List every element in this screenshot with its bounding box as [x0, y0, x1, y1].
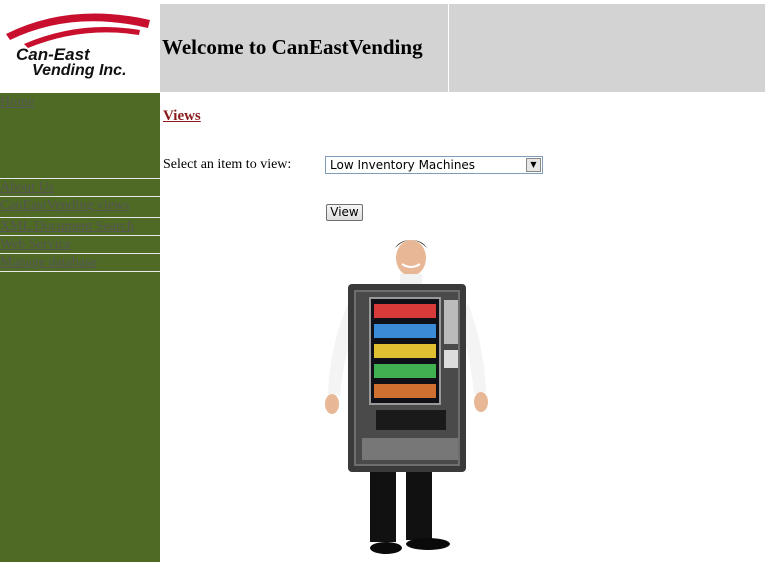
sidebar-item-home[interactable]: Home — [0, 94, 160, 111]
select-label: Select an item to view: — [163, 157, 292, 172]
vending-machine-costume-image — [318, 234, 498, 565]
section-title: Views — [163, 108, 201, 124]
page-title: Welcome to CanEastVending — [162, 35, 423, 59]
logo-text-line2: Vending Inc. — [32, 62, 127, 79]
view-button[interactable]: View — [326, 204, 363, 221]
company-logo: Can-East Vending Inc. — [0, 4, 160, 93]
view-select-value: Low Inventory Machines — [330, 158, 476, 172]
nav-divider — [0, 271, 160, 272]
header-right-cell — [449, 4, 765, 92]
chevron-down-icon[interactable]: ▼ — [526, 158, 541, 172]
sidebar-item-xml-search[interactable]: XML Document Search — [0, 218, 160, 235]
header-title-cell: Welcome to CanEastVending — [160, 4, 448, 92]
sidebar-item-about-us[interactable]: About Us — [0, 179, 160, 196]
sidebar: Home About Us CanEastVending views XML D… — [0, 93, 160, 562]
sidebar-item-views[interactable]: CanEastVending views — [0, 197, 160, 214]
view-select[interactable]: Low Inventory Machines ▼ — [325, 156, 543, 174]
sidebar-item-web-service[interactable]: Web Service — [0, 236, 160, 253]
sidebar-item-manage-database[interactable]: Manage database — [0, 254, 160, 271]
